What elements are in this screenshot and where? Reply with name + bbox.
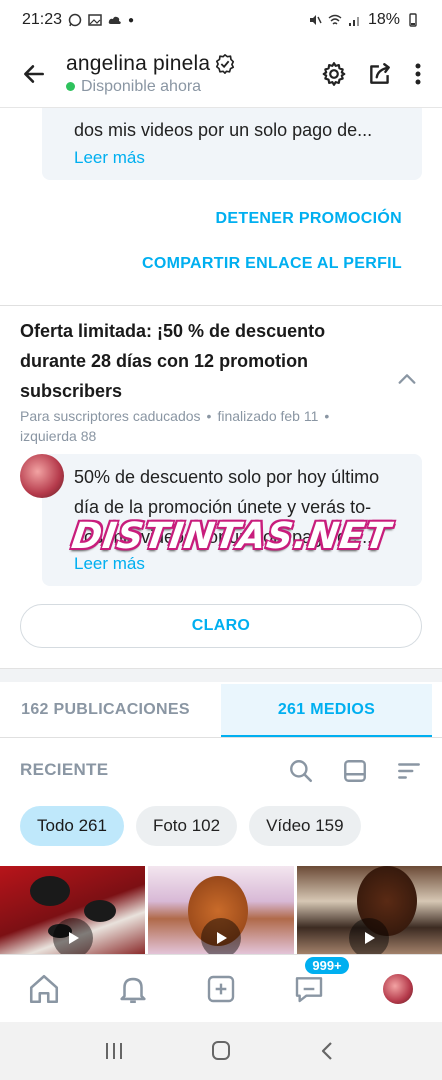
message-icon xyxy=(296,976,323,1002)
promotion-title: Oferta limitada: ¡50 % de descuento dura… xyxy=(20,321,326,401)
filter-chip-all[interactable]: Todo 261 xyxy=(20,806,124,846)
section-separator xyxy=(0,668,442,682)
promotion-meta: Para suscriptores caducados • finalizado f… xyxy=(20,408,330,444)
system-navigation-bar xyxy=(0,1022,442,1080)
nav-create-post[interactable] xyxy=(199,967,243,1011)
signal-icon xyxy=(348,17,359,26)
nav-home[interactable] xyxy=(22,967,66,1011)
promotion-end-date: finalizado feb 11 xyxy=(217,408,319,424)
filter-chip-video[interactable]: Vídeo 159 xyxy=(249,806,361,846)
bottom-navigation: 999+ xyxy=(0,954,442,1022)
verified-badge-icon xyxy=(216,53,235,74)
chat-header: angelina pinela Disponible ahora xyxy=(0,40,442,108)
sort-icon[interactable] xyxy=(396,758,422,784)
promotion-message-text: dos mis videos por un solo pago de... xyxy=(74,120,373,140)
filter-chip-photo[interactable]: Foto 102 xyxy=(135,806,238,846)
watermark: DISTINTAS.NET xyxy=(69,516,394,557)
tab-posts[interactable]: 162 PUBLICACIONES xyxy=(0,682,211,737)
bell-icon xyxy=(119,977,146,1003)
whatsapp-icon xyxy=(68,13,82,27)
media-grid xyxy=(0,866,442,954)
mute-icon xyxy=(309,15,322,25)
chevron-up-icon[interactable] xyxy=(396,368,418,390)
promotion-audience: Para suscriptores caducados xyxy=(20,408,201,424)
arrow-left-icon xyxy=(24,64,44,83)
share-button[interactable] xyxy=(364,58,396,90)
home-icon xyxy=(30,974,59,1003)
play-icon xyxy=(200,918,241,954)
status-time: 21:23 xyxy=(22,11,63,28)
profile-info[interactable]: angelina pinela Disponible ahora xyxy=(66,52,236,96)
battery-icon xyxy=(409,13,417,27)
more-vertical-icon xyxy=(415,63,421,84)
more-options-button[interactable] xyxy=(410,58,426,90)
gallery-icon xyxy=(88,14,102,26)
availability-status: Disponible ahora xyxy=(81,77,202,95)
settings-button[interactable] xyxy=(318,58,350,90)
avatar[interactable] xyxy=(20,454,64,498)
status-bar: 21:23 ● 18% xyxy=(0,0,442,40)
promotion-text-line: 50% de descuento solo por hoy último xyxy=(74,467,380,487)
media-thumbnail[interactable] xyxy=(296,866,442,954)
profile-name: angelina pinela xyxy=(66,51,211,75)
online-indicator xyxy=(66,82,75,91)
nav-messages[interactable]: 999+ xyxy=(287,956,349,1011)
stop-promotion-button[interactable]: DETENER PROMOCIÓN xyxy=(216,210,402,228)
promotion-message-card: dos mis videos por un solo pago de... Le… xyxy=(42,108,422,180)
cloud-icon xyxy=(108,16,121,24)
back-button[interactable] xyxy=(16,56,52,92)
wifi-icon xyxy=(328,14,342,25)
play-icon xyxy=(52,918,93,954)
nav-profile[interactable] xyxy=(376,967,420,1011)
share-profile-link-button[interactable]: COMPARTIR ENLACE AL PERFIL xyxy=(142,255,402,273)
clear-button[interactable]: CLARO xyxy=(20,604,422,648)
home-button-icon[interactable] xyxy=(209,1040,233,1062)
battery-percent: 18% xyxy=(367,11,400,28)
media-thumbnail[interactable] xyxy=(148,866,294,954)
recent-apps-icon[interactable] xyxy=(102,1040,126,1062)
divider xyxy=(0,305,442,306)
avatar xyxy=(382,973,413,1004)
add-square-icon xyxy=(207,975,235,1002)
messages-badge: 999+ xyxy=(305,956,349,974)
read-more-link[interactable]: Leer más xyxy=(74,554,145,574)
promotion-remaining: izquierda 88 xyxy=(20,428,97,444)
read-more-link[interactable]: Leer más xyxy=(74,148,145,168)
share-icon xyxy=(370,62,390,84)
grid-view-icon[interactable] xyxy=(342,758,368,784)
tab-media[interactable]: 261 MEDIOS xyxy=(221,684,432,737)
search-icon[interactable] xyxy=(288,758,314,784)
dot-indicator: ● xyxy=(128,14,135,26)
sort-label[interactable]: RECIENTE xyxy=(20,760,108,780)
play-icon xyxy=(349,918,390,954)
system-back-icon[interactable] xyxy=(316,1040,340,1062)
gear-icon xyxy=(322,61,346,86)
nav-notifications[interactable] xyxy=(111,967,155,1011)
media-thumbnail[interactable] xyxy=(0,866,146,954)
profile-tabs: 162 PUBLICACIONES 261 MEDIOS xyxy=(0,682,442,738)
